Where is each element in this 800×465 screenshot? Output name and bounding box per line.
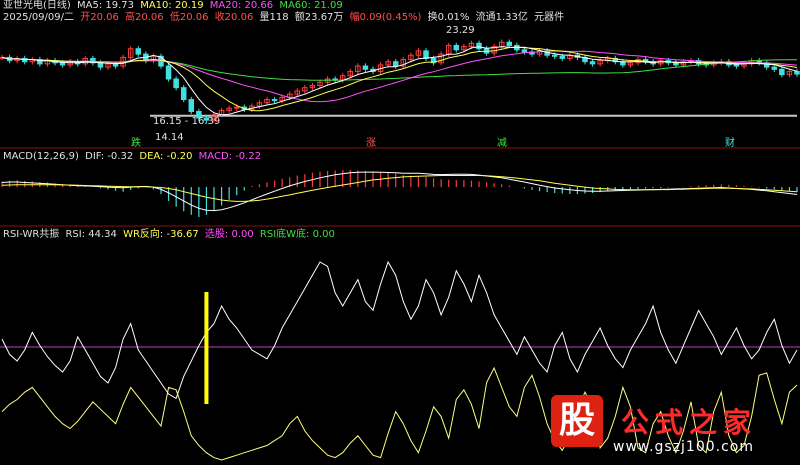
macd-header: MACD(12,26,9) DIF: -0.32 DEA: -0.20 MACD… [3, 151, 264, 163]
signal-bar [204, 292, 209, 404]
candle-body [173, 78, 179, 89]
macd-pane[interactable] [1, 170, 798, 218]
price-pane[interactable] [0, 39, 800, 123]
dif-line [1, 171, 798, 212]
candle-body [551, 54, 558, 57]
candle-body [476, 42, 482, 50]
logo-brand: 公式之家 [621, 406, 758, 439]
change-label: 幅0.09(0.45%) [349, 12, 422, 23]
candle-body [521, 49, 528, 53]
candle-body [188, 99, 195, 112]
range-price-label: 16.15 - 16.39 [153, 116, 221, 127]
candle-body [112, 63, 119, 67]
ma10-value: MA10: 20.19 [140, 0, 204, 11]
ma60-value: MA60: 21.09 [279, 0, 343, 11]
candle-body [506, 41, 513, 46]
rsi-line [1, 260, 798, 400]
macd-value: MACD: -0.22 [198, 151, 262, 162]
candle-body [559, 55, 566, 59]
info-bar: 2025/09/09/二 开20.06 高20.06 低20.06 收20.06… [3, 12, 567, 24]
marker-finance: 财 [725, 138, 735, 149]
candle-body [589, 61, 596, 65]
candle-body [779, 68, 785, 76]
dif-value: DIF: -0.32 [85, 151, 134, 162]
candle-body [794, 70, 800, 75]
candle-body [362, 65, 369, 70]
close-label: 收20.06 [214, 12, 254, 23]
candle-body [135, 48, 142, 55]
candle-body [392, 61, 399, 67]
marker-reduce: 减 [497, 138, 507, 149]
candle-body [165, 65, 172, 80]
marker-rise: 涨 [366, 138, 376, 149]
float-label: 流通1.33亿 [475, 12, 528, 23]
dea-value: DEA: -0.20 [139, 151, 193, 162]
candle-body [771, 66, 778, 70]
macd-name[interactable]: MACD(12,26,9) [3, 151, 79, 162]
logo-url: www.gszj100.com [613, 439, 755, 455]
amount-label: 额23.67万 [294, 12, 344, 23]
rsi-header: RSI-WR共振 RSI: 44.34 WR反向: -36.67 选股: 0.0… [3, 229, 338, 241]
ma20-value: MA20: 20.66 [209, 0, 274, 11]
rsi-value: RSI: 44.34 [65, 229, 117, 240]
candle-body [97, 62, 104, 68]
marker-fall: 跌 [131, 138, 141, 149]
rsi-name[interactable]: RSI-WR共振 [3, 229, 59, 240]
volume-label: 量118 [259, 12, 289, 23]
candle-body [271, 99, 278, 102]
candle-body [423, 50, 429, 59]
open-label: 开20.06 [80, 12, 119, 23]
sector-label: 元器件 [534, 12, 565, 23]
wr-value: WR反向: -36.67 [123, 229, 199, 240]
low-price-label: 14.14 [155, 132, 184, 143]
candle-body [733, 64, 740, 67]
low-label: 低20.06 [169, 12, 209, 23]
candle-body [180, 87, 187, 101]
rsiwr-value: RSI底W底: 0.00 [259, 229, 335, 240]
price-header: 亚世光电(日线) MA5: 19.73 MA10: 20.19 MA20: 20… [3, 0, 346, 12]
candle-body [59, 62, 66, 66]
date-label: 2025/09/09/二 [3, 12, 75, 23]
candle-body [453, 44, 460, 51]
site-logo: 股 公式之家 www.gszj100.com [549, 393, 794, 461]
select-value: 选股: 0.00 [204, 229, 254, 240]
turnover-label: 换0.01% [427, 12, 470, 23]
high-label: 高20.06 [125, 12, 164, 23]
ma10-line [1, 46, 798, 112]
high-price-label: 23.29 [446, 25, 475, 36]
logo-glyph: 股 [551, 395, 603, 447]
ma5-value: MA5: 19.73 [77, 0, 135, 11]
stock-name[interactable]: 亚世光电(日线) [3, 0, 71, 11]
